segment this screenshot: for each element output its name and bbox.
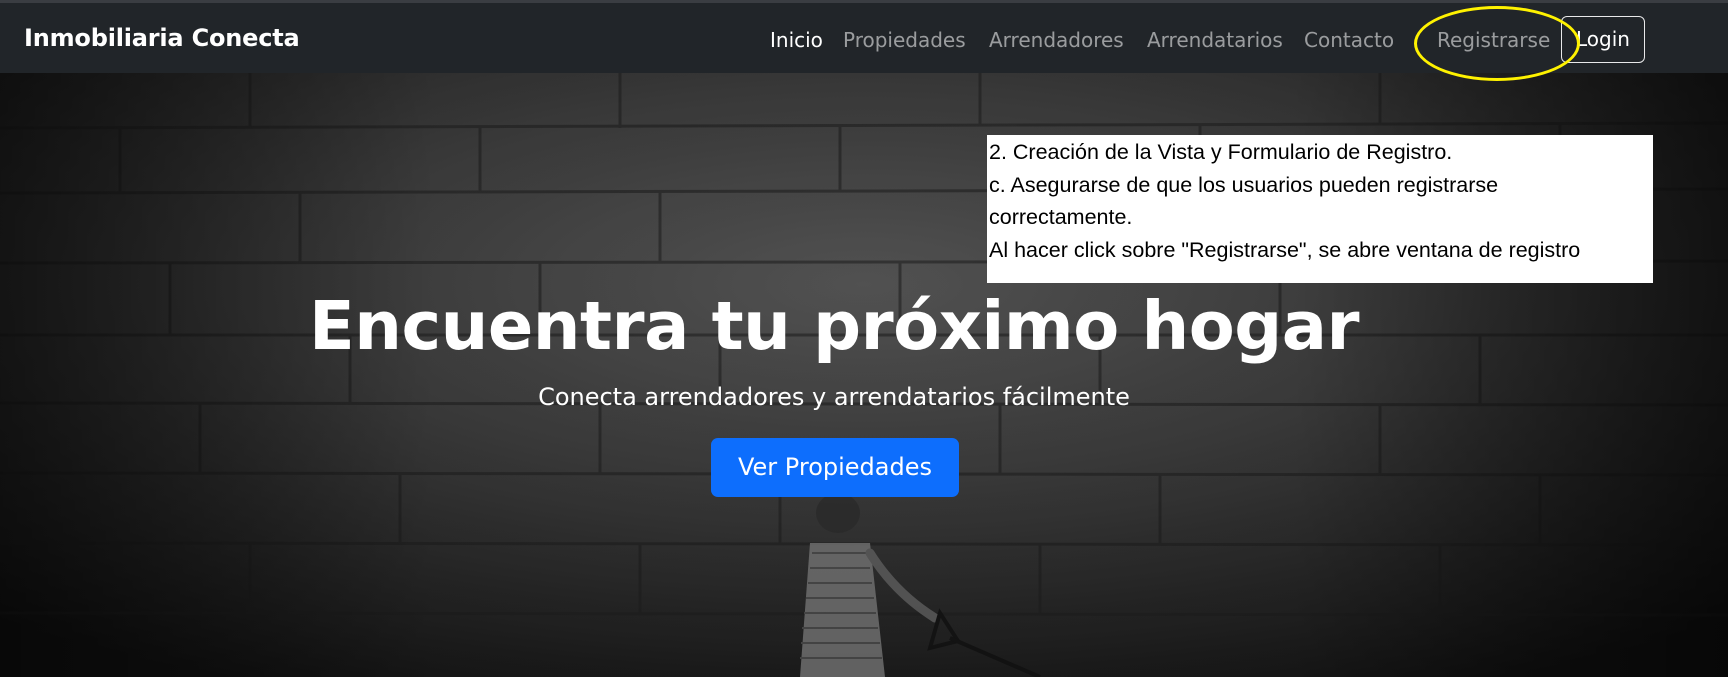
page: Inmobiliaria Conecta Inicio Propiedades … xyxy=(0,0,1728,677)
note-line-4: Al hacer click sobre "Registrarse", se a… xyxy=(989,237,1581,262)
nav-link-arrendadores[interactable]: Arrendadores xyxy=(989,28,1124,52)
view-properties-button[interactable]: Ver Propiedades xyxy=(711,438,959,497)
nav-link-registrarse[interactable]: Registrarse xyxy=(1437,28,1550,52)
note-line-2: c. Asegurarse de que los usuarios pueden… xyxy=(989,172,1499,197)
nav-link-inicio[interactable]: Inicio xyxy=(770,28,823,52)
nav-link-propiedades[interactable]: Propiedades xyxy=(843,28,966,52)
login-button[interactable]: Login xyxy=(1561,16,1645,63)
hero-title: Encuentra tu próximo hogar xyxy=(308,287,1360,365)
navbar: Inmobiliaria Conecta Inicio Propiedades … xyxy=(0,0,1728,81)
hero-subtitle: Conecta arrendadores y arrendatarios fác… xyxy=(538,383,1130,411)
nav-link-arrendatarios[interactable]: Arrendatarios xyxy=(1147,28,1283,52)
note-line-1: 2. Creación de la Vista y Formulario de … xyxy=(989,140,1453,164)
annotation-note: 2. Creación de la Vista y Formulario de … xyxy=(987,135,1653,283)
note-line-3: correctamente. xyxy=(989,205,1133,229)
nav-link-contacto[interactable]: Contacto xyxy=(1304,28,1394,52)
brand-logo[interactable]: Inmobiliaria Conecta xyxy=(24,24,300,52)
